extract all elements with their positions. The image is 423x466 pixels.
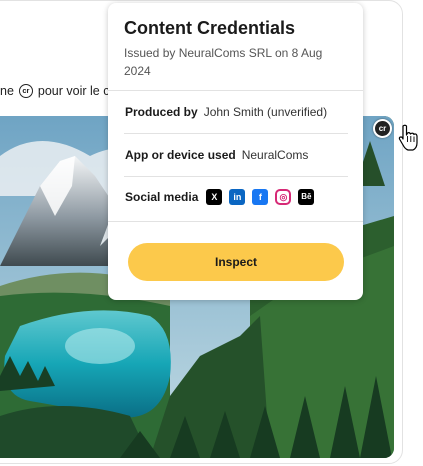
social-media-icons: Xin f ◎ Bē bbox=[206, 189, 315, 205]
popover-title: Content Credentials bbox=[124, 18, 296, 38]
linkedin-icon[interactable]: in bbox=[229, 189, 246, 205]
inspect-button[interactable]: Inspect bbox=[128, 243, 344, 281]
x-icon[interactable]: X bbox=[206, 189, 223, 205]
hint-text-after: pour voir le c bbox=[37, 84, 110, 98]
social-media-row: Social media Xin f ◎ Bē bbox=[125, 189, 315, 205]
hand-pointer-icon bbox=[398, 124, 420, 157]
app-used-row: App or device used NeuralComs bbox=[125, 148, 308, 162]
app-used-label: App or device used bbox=[125, 148, 236, 162]
hint-text: ne cr pour voir le c bbox=[0, 84, 109, 98]
produced-by-label: Produced by bbox=[125, 105, 198, 119]
hint-text-before: ne bbox=[0, 84, 14, 98]
produced-by-value: John Smith (unverified) bbox=[203, 105, 328, 119]
behance-icon[interactable]: Bē bbox=[298, 189, 315, 205]
divider bbox=[108, 221, 363, 222]
issued-by-text: Issued by NeuralComs SRL on 8 Aug 2024 bbox=[124, 46, 323, 78]
instagram-icon[interactable]: ◎ bbox=[275, 189, 292, 205]
divider bbox=[124, 133, 348, 134]
content-credentials-pin-button[interactable]: cr bbox=[373, 119, 392, 138]
produced-by-row: Produced by John Smith (unverified) bbox=[125, 105, 327, 119]
content-credentials-pin-icon: cr bbox=[375, 121, 390, 136]
app-used-value: NeuralComs bbox=[241, 148, 309, 162]
content-credentials-popover: Content Credentials Issued by NeuralComs… bbox=[108, 3, 363, 300]
content-credentials-icon: cr bbox=[18, 84, 33, 98]
divider bbox=[124, 176, 348, 177]
facebook-icon[interactable]: f bbox=[252, 189, 269, 205]
divider bbox=[108, 90, 363, 91]
social-media-label: Social media bbox=[125, 190, 199, 204]
